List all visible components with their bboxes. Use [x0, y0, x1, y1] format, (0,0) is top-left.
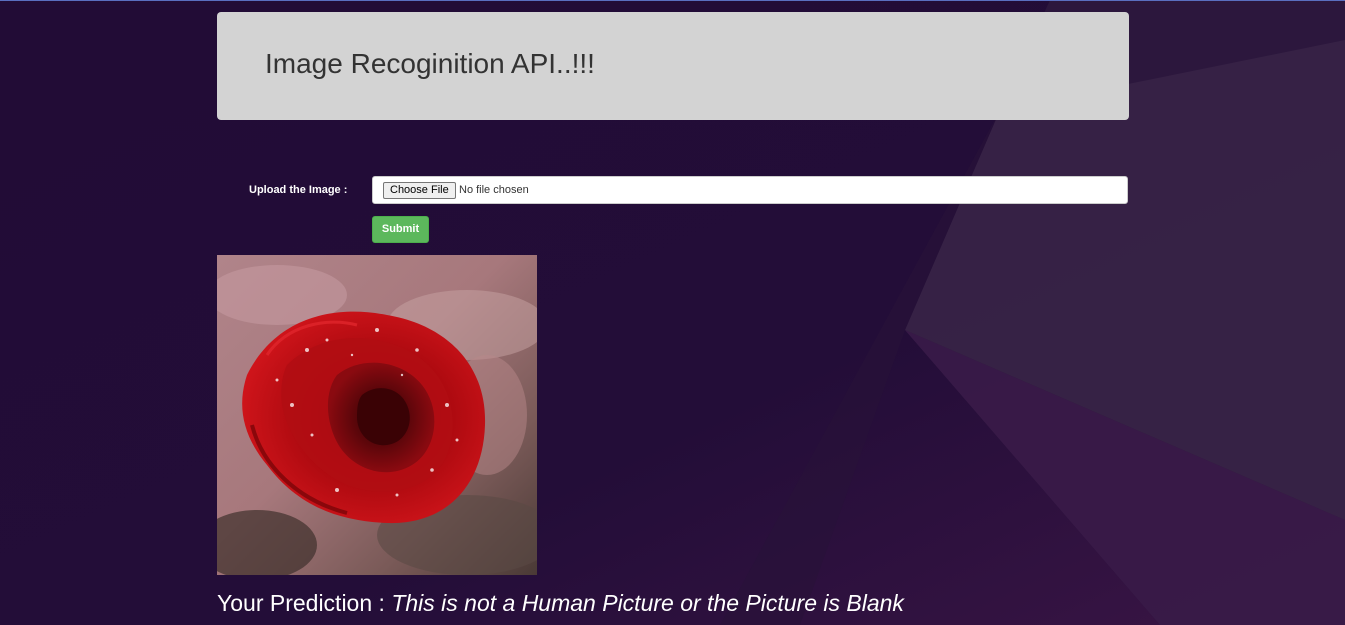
upload-label: Upload the Image :: [249, 184, 348, 196]
header-jumbotron: Image Recoginition API..!!!: [217, 12, 1129, 120]
uploaded-image-preview: [217, 255, 537, 575]
rose-image: [217, 255, 537, 575]
prediction-prefix: Your Prediction :: [217, 590, 385, 616]
prediction-text: This is not a Human Picture or the Pictu…: [391, 590, 904, 616]
top-border: [0, 0, 1345, 1]
submit-button[interactable]: Submit: [372, 216, 429, 243]
choose-file-button[interactable]: Choose File: [383, 182, 456, 199]
file-input[interactable]: Choose File No file chosen: [372, 176, 1128, 204]
page-title: Image Recoginition API..!!!: [265, 48, 595, 79]
file-status-text: No file chosen: [459, 184, 529, 196]
prediction-result: Your Prediction : This is not a Human Pi…: [217, 590, 904, 617]
